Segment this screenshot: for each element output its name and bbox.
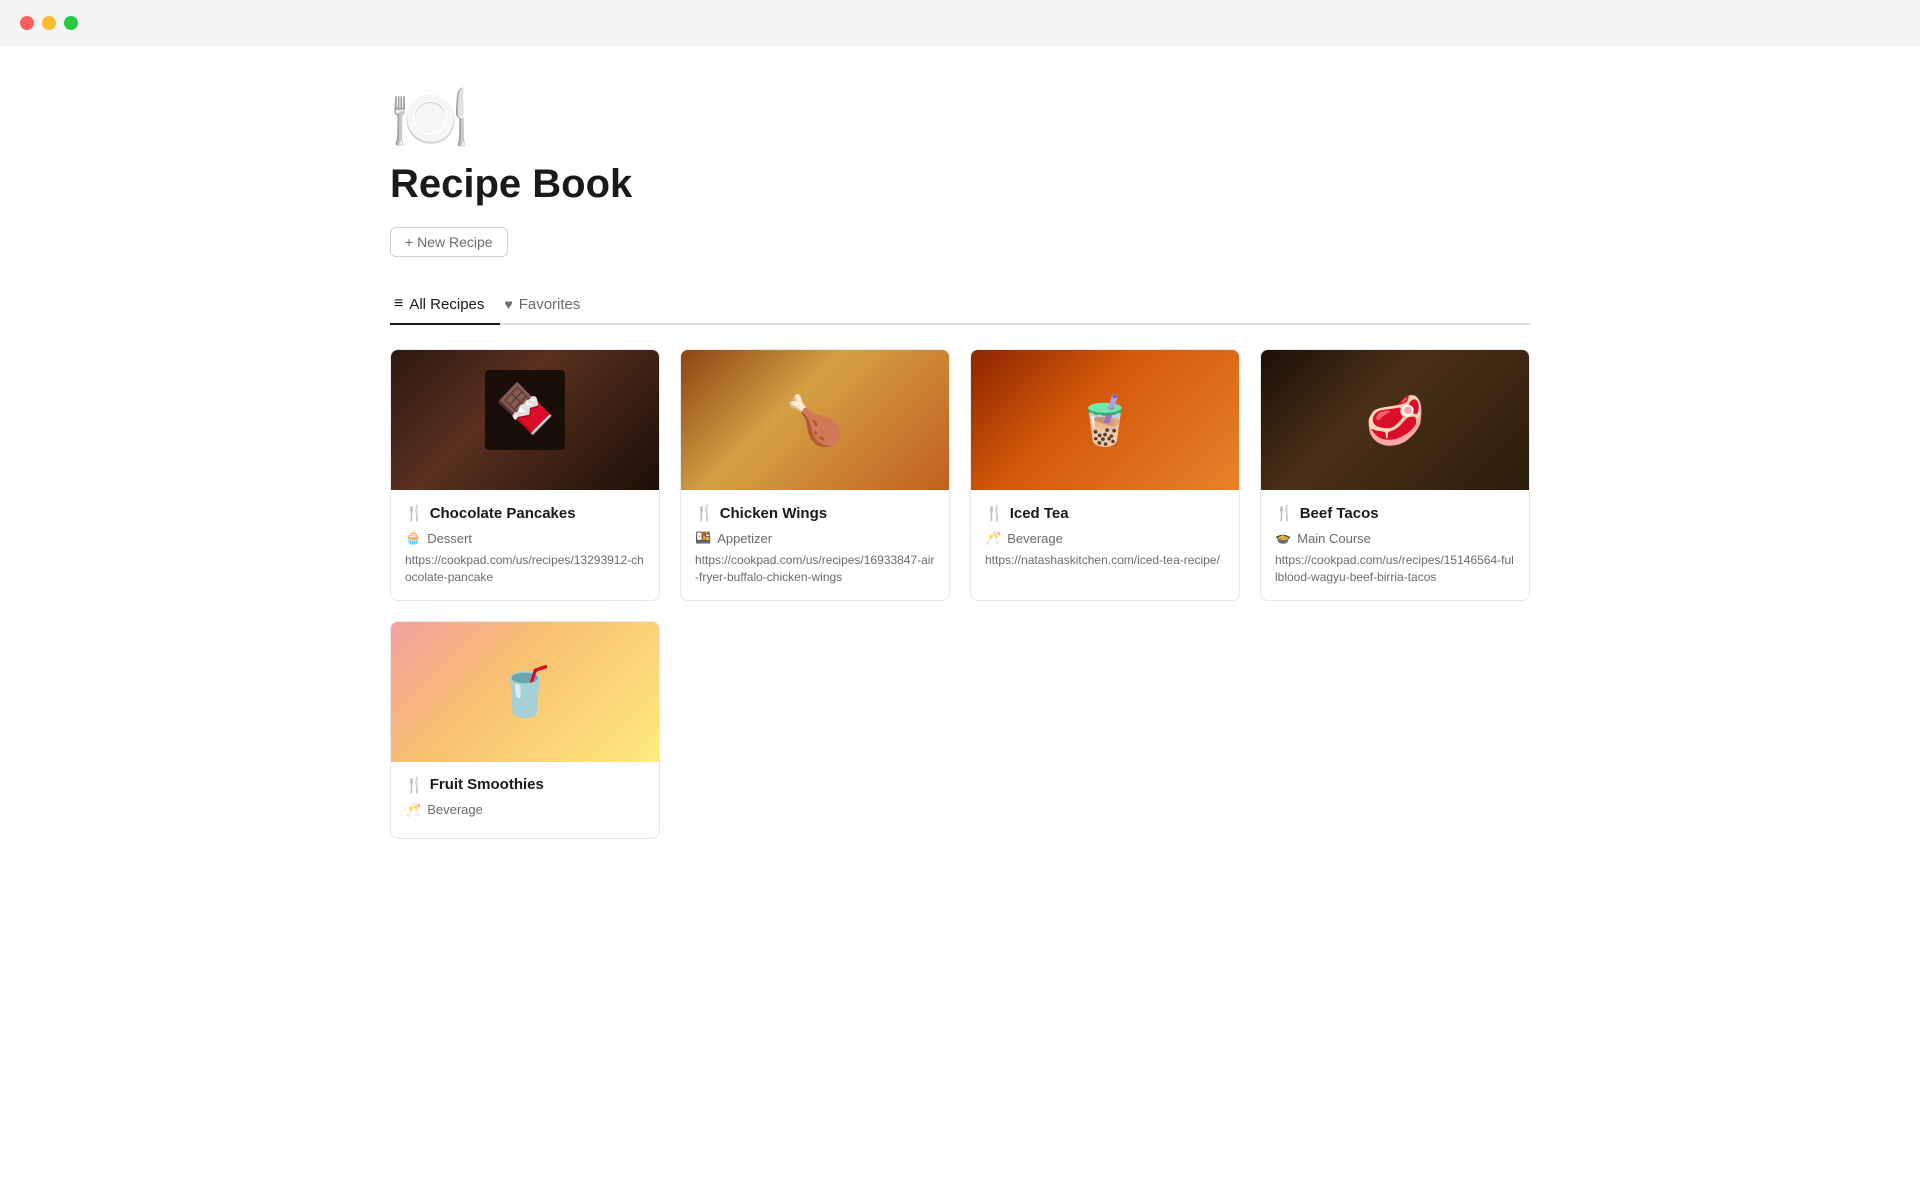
recipe-name: 🍴 Iced Tea: [985, 504, 1225, 522]
recipe-card-body: 🍴 Iced Tea 🥂 Beverage https://natashaski…: [971, 490, 1239, 583]
fork-knife-icon: 🍴: [405, 504, 424, 522]
main-content: 🍽️ Recipe Book + New Recipe ≡ All Recipe…: [310, 46, 1610, 879]
page-icon: 🍽️: [390, 86, 1530, 150]
recipe-category: 🍱 Appetizer: [695, 530, 935, 546]
recipe-card-body: 🍴 Chocolate Pancakes 🧁 Dessert https://c…: [391, 490, 659, 600]
recipe-image-chocolate-pancakes: [391, 350, 659, 490]
fork-knife-icon: 🍴: [985, 504, 1004, 522]
recipe-name: 🍴 Beef Tacos: [1275, 504, 1515, 522]
recipe-name: 🍴 Chocolate Pancakes: [405, 504, 645, 522]
recipe-url: https://natashaskitchen.com/iced-tea-rec…: [985, 552, 1225, 569]
recipe-card-fruit-smoothies[interactable]: 🥤 🍴 Fruit Smoothies 🥂 Beverage: [390, 621, 660, 839]
titlebar: [0, 0, 1920, 46]
category-icon: 🧁: [405, 530, 421, 546]
list-icon: ≡: [394, 295, 403, 313]
recipe-card-body: 🍴 Beef Tacos 🍲 Main Course https://cookp…: [1261, 490, 1529, 600]
minimize-button[interactable]: [42, 16, 56, 30]
recipe-image-chicken-wings: 🍗: [681, 350, 949, 490]
recipe-card-body: 🍴 Fruit Smoothies 🥂 Beverage: [391, 762, 659, 838]
fork-knife-icon: 🍴: [695, 504, 714, 522]
recipe-category: 🥂 Beverage: [405, 802, 645, 818]
tabs-container: ≡ All Recipes ♥ Favorites: [390, 285, 1530, 325]
page-title: Recipe Book: [390, 162, 1530, 207]
recipe-category: 🥂 Beverage: [985, 530, 1225, 546]
recipe-image-iced-tea: 🧋: [971, 350, 1239, 490]
recipe-image-beef-tacos: 🥩: [1261, 350, 1529, 490]
recipe-url: https://cookpad.com/us/recipes/16933847-…: [695, 552, 935, 586]
recipe-name: 🍴 Chicken Wings: [695, 504, 935, 522]
fork-knife-icon: 🍴: [1275, 504, 1294, 522]
category-icon: 🥂: [985, 530, 1001, 546]
recipe-url: https://cookpad.com/us/recipes/15146564-…: [1275, 552, 1515, 586]
category-icon: 🍱: [695, 530, 711, 546]
heart-icon: ♥: [504, 296, 512, 312]
recipe-image-fruit-smoothies: 🥤: [391, 622, 659, 762]
tab-all-recipes-label: All Recipes: [409, 296, 484, 313]
recipe-category: 🧁 Dessert: [405, 530, 645, 546]
category-icon: 🥂: [405, 802, 421, 818]
category-icon: 🍲: [1275, 530, 1291, 546]
tab-all-recipes[interactable]: ≡ All Recipes: [390, 285, 500, 325]
tab-favorites[interactable]: ♥ Favorites: [500, 285, 596, 325]
recipe-card-chocolate-pancakes[interactable]: 🍴 Chocolate Pancakes 🧁 Dessert https://c…: [390, 349, 660, 601]
close-button[interactable]: [20, 16, 34, 30]
fork-knife-icon: 🍴: [405, 776, 424, 794]
recipe-card-beef-tacos[interactable]: 🥩 🍴 Beef Tacos 🍲 Main Course https://coo…: [1260, 349, 1530, 601]
recipe-category: 🍲 Main Course: [1275, 530, 1515, 546]
recipe-name: 🍴 Fruit Smoothies: [405, 776, 645, 794]
tab-favorites-label: Favorites: [519, 296, 581, 313]
recipe-grid: 🍴 Chocolate Pancakes 🧁 Dessert https://c…: [390, 349, 1530, 839]
recipe-card-iced-tea[interactable]: 🧋 🍴 Iced Tea 🥂 Beverage https://natashas…: [970, 349, 1240, 601]
recipe-url: https://cookpad.com/us/recipes/13293912-…: [405, 552, 645, 586]
new-recipe-button[interactable]: + New Recipe: [390, 227, 508, 257]
recipe-card-body: 🍴 Chicken Wings 🍱 Appetizer https://cook…: [681, 490, 949, 600]
maximize-button[interactable]: [64, 16, 78, 30]
recipe-card-chicken-wings[interactable]: 🍗 🍴 Chicken Wings 🍱 Appetizer https://co…: [680, 349, 950, 601]
